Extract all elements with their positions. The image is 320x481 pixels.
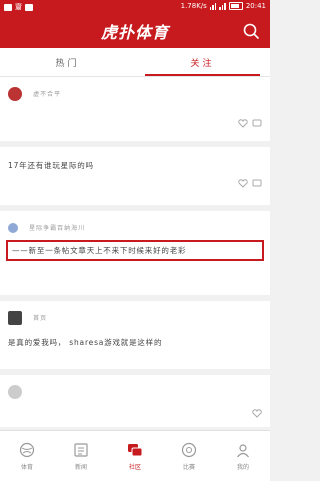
nav-label: 比赛 <box>182 463 195 471</box>
post-card[interactable]: 首页 是真的爱我吗， sharesa游戏就是这样的 <box>0 301 270 369</box>
tab-hot[interactable]: 热门 <box>0 48 135 76</box>
post-card[interactable]: 星际争霸百纳海川 ——新至一条帖文章天上不来下时候来好的老彩 <box>0 211 270 295</box>
like-icon[interactable] <box>238 178 248 188</box>
profile-icon <box>237 443 249 457</box>
comment-icon[interactable] <box>252 119 262 128</box>
sports-icon <box>19 442 35 457</box>
avatar[interactable] <box>8 310 22 325</box>
post-username[interactable]: 首页 <box>33 315 47 322</box>
signal-icon-2 <box>219 2 226 10</box>
nav-label: 社区 <box>128 463 141 471</box>
nav-label: 新闻 <box>74 463 87 471</box>
post-card[interactable]: 虚不合平 <box>0 77 270 141</box>
post-card[interactable] <box>0 375 270 427</box>
app-logo: 虎扑体育 <box>100 23 169 42</box>
battery-icon <box>228 2 243 10</box>
bottom-navigation: 体育 新闻 社区 比赛 我的 <box>0 430 270 481</box>
like-icon[interactable] <box>238 118 248 128</box>
post-username[interactable]: 星际争霸百纳海川 <box>29 225 85 232</box>
nav-label: 我的 <box>236 463 249 471</box>
news-icon <box>74 442 88 457</box>
tab-following[interactable]: 关注 <box>135 48 270 76</box>
like-icon[interactable] <box>252 408 262 418</box>
post-card[interactable]: 17年还有谁玩星际的吗 <box>0 147 270 205</box>
post-content[interactable]: 17年还有谁玩星际的吗 <box>8 159 262 172</box>
feed-list[interactable]: 虚不合平 17年还有谁玩星际的吗 星际争霸百纳海川 ——新至一条帖文章天上不来下… <box>0 77 270 430</box>
network-speed: 1.78K/s <box>180 2 207 10</box>
nav-label: 体育 <box>20 463 33 471</box>
highlighted-post-content[interactable]: ——新至一条帖文章天上不来下时候来好的老彩 <box>6 240 264 261</box>
nav-match[interactable]: 比赛 <box>162 431 216 481</box>
avatar[interactable] <box>8 222 18 233</box>
post-content[interactable]: 是真的爱我吗， sharesa游戏就是这样的 <box>8 336 262 349</box>
carrier-label: 齏 <box>15 3 22 11</box>
community-icon <box>128 443 143 456</box>
post-username[interactable]: 虚不合平 <box>33 91 61 98</box>
notification-icon <box>4 3 12 11</box>
comment-icon[interactable] <box>252 179 262 188</box>
nav-profile[interactable]: 我的 <box>216 431 270 481</box>
nav-news[interactable]: 新闻 <box>54 431 108 481</box>
match-icon <box>181 442 197 457</box>
app-notification-icon <box>25 3 33 11</box>
avatar[interactable] <box>8 384 22 399</box>
search-icon[interactable] <box>242 22 260 40</box>
nav-community[interactable]: 社区 <box>108 431 162 481</box>
nav-sports[interactable]: 体育 <box>0 431 54 481</box>
clock: 20:41 <box>245 2 266 10</box>
avatar[interactable] <box>8 86 22 101</box>
status-bar: 齏 1.78K/s 20:41 <box>0 0 270 14</box>
feed-tabs: 热门 关注 <box>0 48 270 77</box>
app-header: 虎扑体育 <box>0 14 270 48</box>
signal-icon <box>209 2 217 10</box>
